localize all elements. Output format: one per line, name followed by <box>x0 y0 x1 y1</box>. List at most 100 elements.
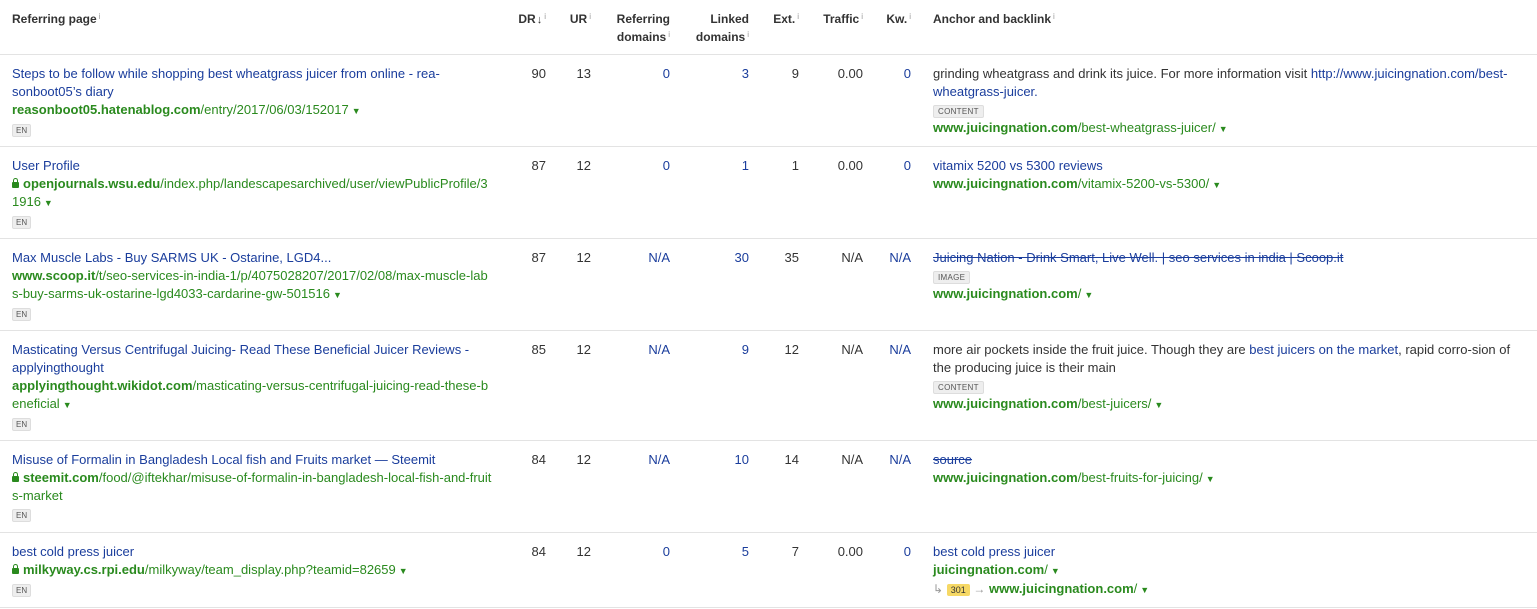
backlink-url[interactable]: www.juicingnation.com/best-juicers/▼ <box>933 395 1531 414</box>
referring-page-url[interactable]: steemit.com/food/@iftekhar/misuse-of-for… <box>12 469 494 505</box>
linked-domains-value[interactable]: 30 <box>676 238 755 331</box>
referring-domains-value: N/A <box>597 238 676 331</box>
traffic-value: N/A <box>805 238 869 331</box>
anchor-cell: source www.juicingnation.com/best-fruits… <box>917 440 1537 533</box>
dropdown-caret-icon[interactable]: ▼ <box>1206 470 1215 488</box>
info-icon[interactable]: i <box>589 12 591 21</box>
anchor-link-lost[interactable]: source <box>933 451 1531 469</box>
lock-icon <box>12 178 19 188</box>
backlink-url[interactable]: www.juicingnation.com/best-fruits-for-ju… <box>933 469 1531 488</box>
info-icon[interactable]: i <box>909 12 911 21</box>
dropdown-caret-icon[interactable]: ▼ <box>1051 562 1060 580</box>
referring-page-title[interactable]: Misuse of Formalin in Bangladesh Local f… <box>12 451 494 469</box>
info-icon[interactable]: i <box>544 12 546 21</box>
info-icon[interactable]: i <box>1053 12 1055 21</box>
referring-page-cell: Max Muscle Labs - Buy SARMS UK - Ostarin… <box>0 238 500 331</box>
ext-value: 7 <box>755 532 805 608</box>
kw-value[interactable]: 0 <box>869 54 917 147</box>
referring-domains-value[interactable]: 0 <box>597 54 676 147</box>
referring-page-title[interactable]: Max Muscle Labs - Buy SARMS UK - Ostarin… <box>12 249 494 267</box>
referring-page-title[interactable]: best cold press juicer <box>12 543 494 561</box>
dr-value: 84 <box>500 440 552 533</box>
linked-domains-value[interactable]: 1 <box>676 146 755 239</box>
redirect-chain[interactable]: ↳ 301 → www.juicingnation.com/▼ <box>933 580 1531 599</box>
dropdown-caret-icon[interactable]: ▼ <box>333 286 342 304</box>
referring-page-url[interactable]: openjournals.wsu.edu/index.php/landescap… <box>12 175 494 212</box>
backlinks-table: Referring page i DR↓ i UR i Referring domain… <box>0 0 1537 608</box>
header-linked-domains[interactable]: Linked domains i <box>676 0 755 55</box>
linked-domains-value[interactable]: 3 <box>676 54 755 147</box>
referring-page-title[interactable]: User Profile <box>12 157 494 175</box>
info-icon[interactable]: i <box>99 12 101 21</box>
kw-value[interactable]: 0 <box>869 146 917 239</box>
referring-page-url[interactable]: reasonboot05.hatenablog.com/entry/2017/0… <box>12 101 494 120</box>
referring-domains-value[interactable]: 0 <box>597 532 676 608</box>
info-icon[interactable]: i <box>797 12 799 21</box>
anchor-cell: more air pockets inside the fruit juice.… <box>917 330 1537 441</box>
info-icon[interactable]: i <box>747 30 749 39</box>
language-badge: EN <box>12 418 32 431</box>
dropdown-caret-icon[interactable]: ▼ <box>1219 120 1228 138</box>
referring-page-url[interactable]: milkyway.cs.rpi.edu/milkyway/team_displa… <box>12 561 494 580</box>
backlink-url[interactable]: www.juicingnation.com/▼ <box>933 285 1531 304</box>
lock-icon <box>12 472 19 482</box>
linked-domains-value[interactable]: 5 <box>676 532 755 608</box>
traffic-value: 0.00 <box>805 146 869 239</box>
table-row: User Profile openjournals.wsu.edu/index.… <box>0 146 1537 239</box>
dr-value: 84 <box>500 532 552 608</box>
lock-icon <box>12 564 19 574</box>
header-dr[interactable]: DR↓ i <box>500 0 552 55</box>
dr-value: 87 <box>500 238 552 331</box>
dropdown-caret-icon[interactable]: ▼ <box>1140 581 1149 599</box>
referring-page-title[interactable]: Steps to be follow while shopping best w… <box>12 65 494 101</box>
referring-page-url[interactable]: applyingthought.wikidot.com/masticating-… <box>12 377 494 414</box>
header-ext[interactable]: Ext. i <box>755 0 805 55</box>
backlink-url[interactable]: juicingnation.com/▼ <box>933 561 1531 580</box>
content-tag: CONTENT <box>933 381 984 394</box>
dropdown-caret-icon[interactable]: ▼ <box>1212 176 1221 194</box>
header-referring-page[interactable]: Referring page i <box>0 0 500 55</box>
backlink-url[interactable]: www.juicingnation.com/best-wheatgrass-ju… <box>933 119 1531 138</box>
kw-value: N/A <box>869 238 917 331</box>
ur-value: 12 <box>552 532 597 608</box>
dropdown-caret-icon[interactable]: ▼ <box>1084 286 1093 304</box>
referring-domains-value[interactable]: 0 <box>597 146 676 239</box>
referring-page-title[interactable]: Masticating Versus Centrifugal Juicing- … <box>12 341 494 377</box>
ur-value: 12 <box>552 146 597 239</box>
table-row: Masticating Versus Centrifugal Juicing- … <box>0 330 1537 441</box>
referring-page-url[interactable]: www.scoop.it/t/seo-services-in-india-1/p… <box>12 267 494 304</box>
header-traffic[interactable]: Traffic i <box>805 0 869 55</box>
anchor-link-lost[interactable]: Juicing Nation - Drink Smart, Live Well.… <box>933 249 1531 267</box>
traffic-value: 0.00 <box>805 54 869 147</box>
arrow-right-icon: → <box>973 582 986 596</box>
info-icon[interactable]: i <box>668 30 670 39</box>
info-icon[interactable]: i <box>861 12 863 21</box>
linked-domains-value[interactable]: 9 <box>676 330 755 441</box>
kw-value[interactable]: 0 <box>869 532 917 608</box>
dropdown-caret-icon[interactable]: ▼ <box>63 396 72 414</box>
dropdown-caret-icon[interactable]: ▼ <box>352 102 361 120</box>
anchor-link[interactable]: vitamix 5200 vs 5300 reviews <box>933 157 1531 175</box>
table-row: Steps to be follow while shopping best w… <box>0 54 1537 147</box>
dropdown-caret-icon[interactable]: ▼ <box>44 194 53 212</box>
header-anchor-backlink[interactable]: Anchor and backlink i <box>917 0 1537 55</box>
header-referring-domains[interactable]: Referring domains i <box>597 0 676 55</box>
language-badge: EN <box>12 308 32 321</box>
dr-value: 90 <box>500 54 552 147</box>
sort-desc-icon: ↓ <box>536 14 543 26</box>
anchor-cell: vitamix 5200 vs 5300 reviews www.juicing… <box>917 146 1537 239</box>
table-row: Max Muscle Labs - Buy SARMS UK - Ostarin… <box>0 238 1537 331</box>
redirect-code-badge: 301 <box>946 584 970 596</box>
anchor-link[interactable]: best cold press juicer <box>933 543 1531 561</box>
anchor-cell: grinding wheatgrass and drink its juice.… <box>917 54 1537 147</box>
dropdown-caret-icon[interactable]: ▼ <box>1154 396 1163 414</box>
header-ur[interactable]: UR i <box>552 0 597 55</box>
language-badge: EN <box>12 124 32 137</box>
linked-domains-value[interactable]: 10 <box>676 440 755 533</box>
dropdown-caret-icon[interactable]: ▼ <box>399 562 408 580</box>
anchor-cell: best cold press juicer juicingnation.com… <box>917 532 1537 608</box>
ext-value: 12 <box>755 330 805 441</box>
header-kw[interactable]: Kw. i <box>869 0 917 55</box>
backlink-url[interactable]: www.juicingnation.com/vitamix-5200-vs-53… <box>933 175 1531 194</box>
anchor-link[interactable]: best juicers on the market <box>1249 342 1398 357</box>
